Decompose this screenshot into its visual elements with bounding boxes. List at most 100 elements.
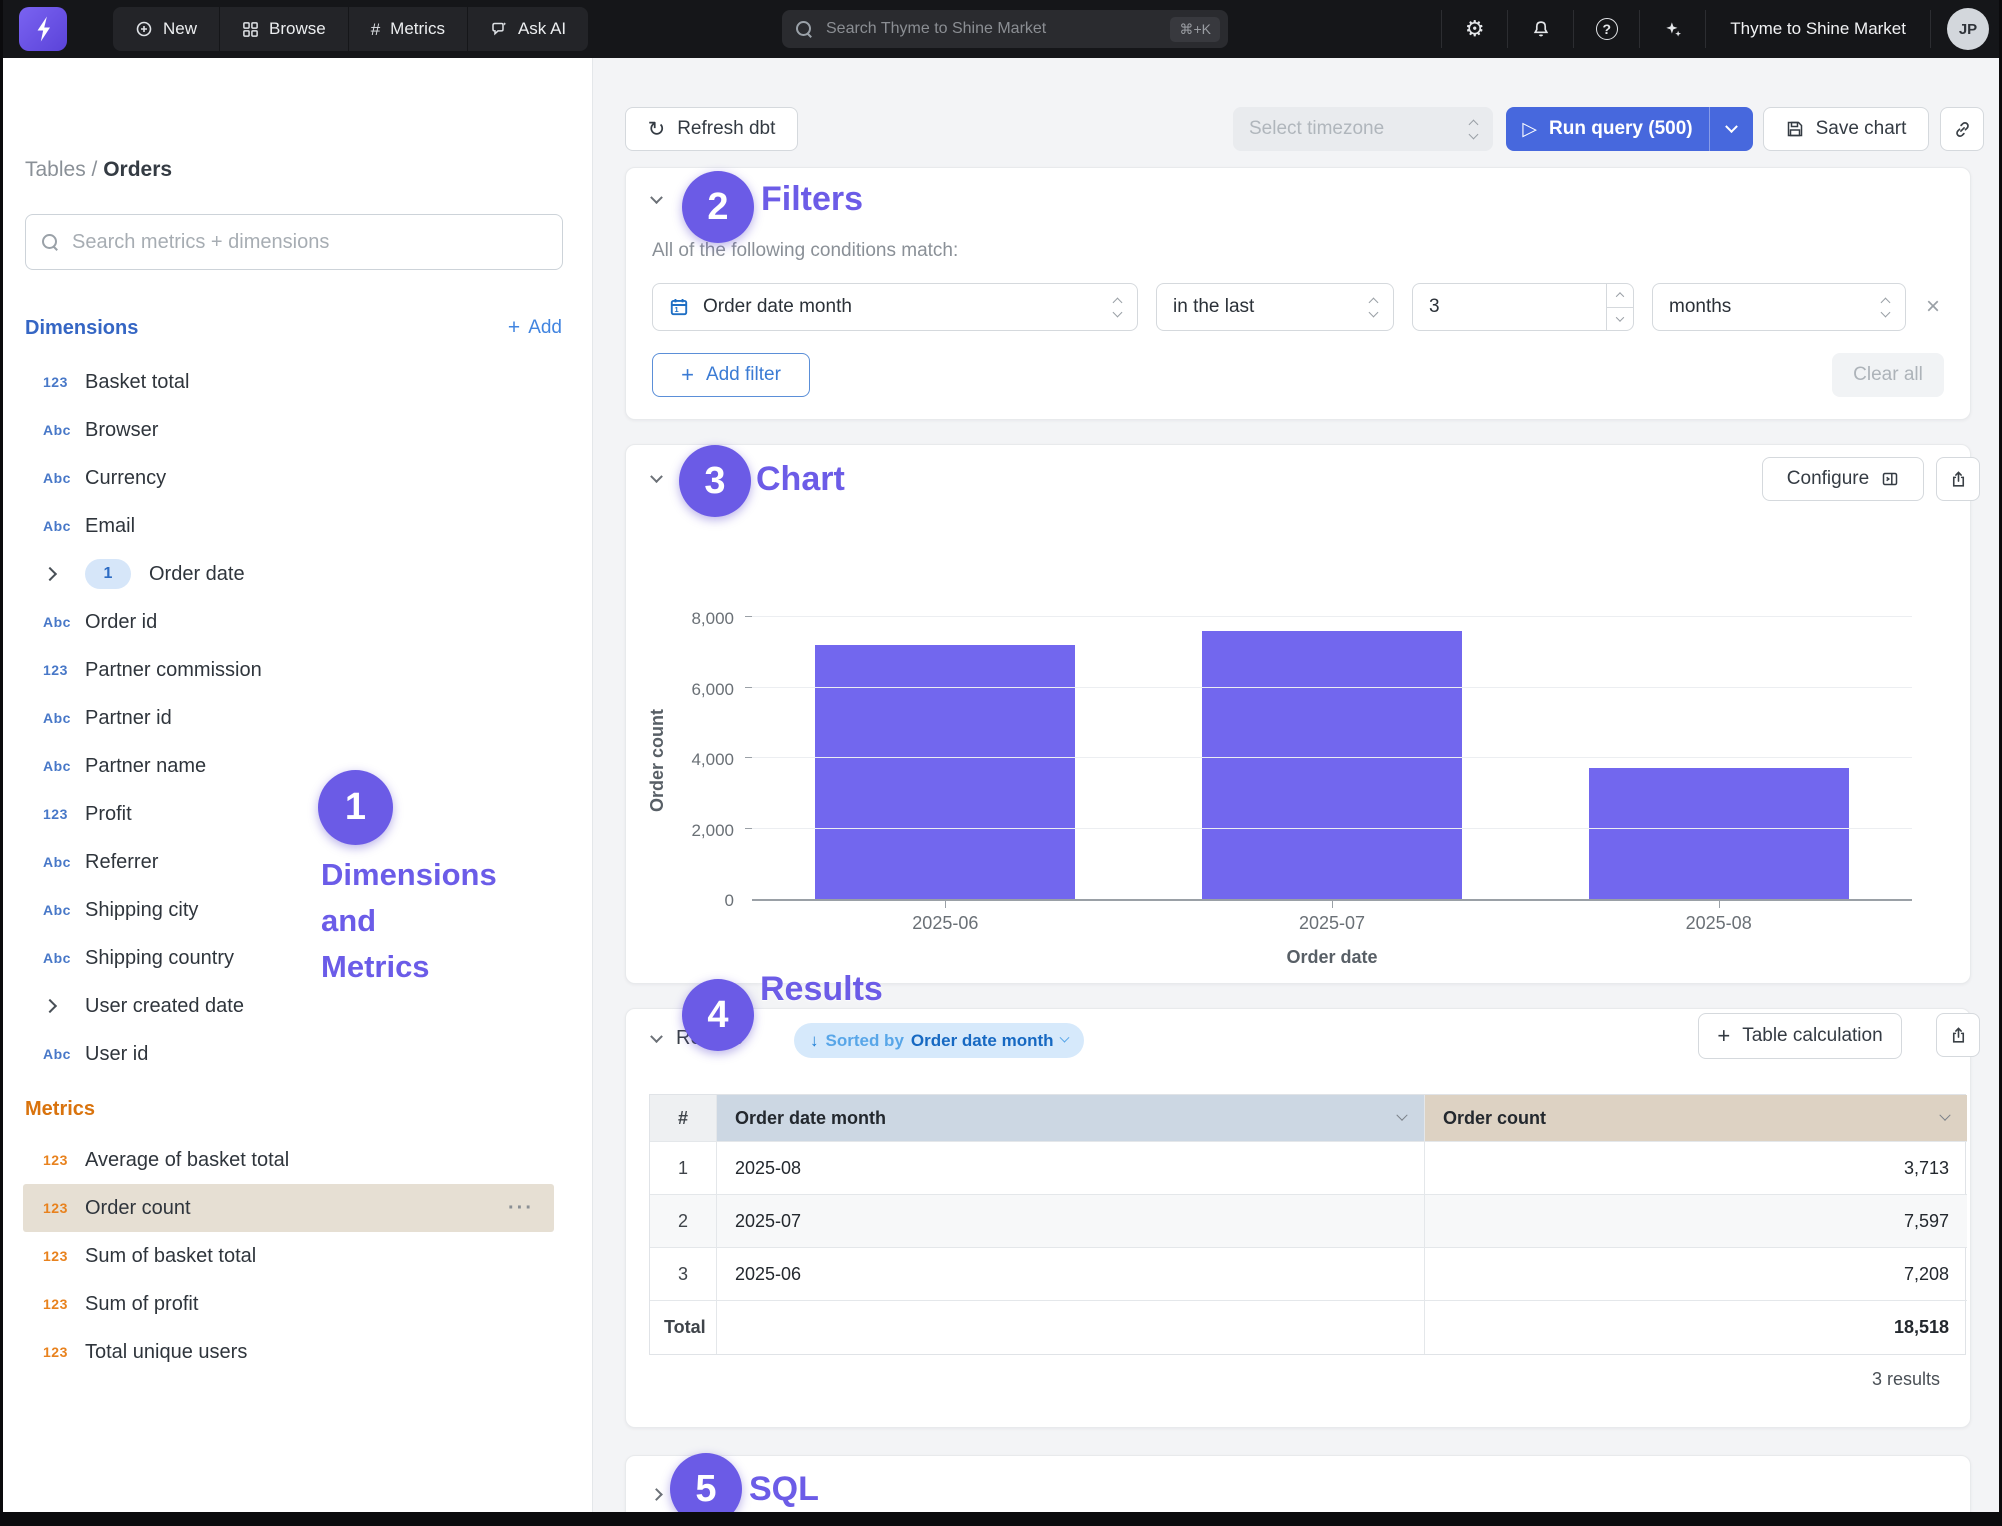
svg-text:1: 1 bbox=[674, 305, 679, 314]
sidebar-item-user-created-date[interactable]: User created date bbox=[3, 982, 592, 1030]
sidebar-item-sum-of-basket-total[interactable]: 123Sum of basket total bbox=[3, 1232, 592, 1280]
nav-label: Browse bbox=[269, 19, 326, 39]
sidebar-item-browser[interactable]: AbcBrowser bbox=[3, 406, 592, 454]
filter-value-input[interactable]: 3 bbox=[1412, 283, 1634, 331]
dimensions-title: Dimensions bbox=[25, 317, 138, 340]
breadcrumb-separator: / bbox=[92, 158, 104, 181]
metrics-button[interactable]: # Metrics bbox=[348, 7, 467, 51]
notifications-button[interactable] bbox=[1507, 10, 1573, 48]
settings-button[interactable]: ⚙ bbox=[1441, 10, 1507, 48]
sparkles-icon bbox=[1663, 19, 1683, 39]
panel-layout-icon bbox=[1881, 470, 1899, 488]
explore-sidebar: Tables / Orders Dimensions + Add 123Bask… bbox=[3, 58, 593, 1512]
table-row-2025-07[interactable]: 22025-077,597 bbox=[650, 1195, 1965, 1248]
bar-slot bbox=[752, 619, 1139, 899]
remove-filter-button[interactable]: × bbox=[1926, 293, 1940, 321]
top-navbar: New Browse # Metrics Ask AI ⌘+K bbox=[3, 0, 1999, 58]
order-count-cell: 7,597 bbox=[1425, 1195, 1967, 1248]
sidebar-item-sum-of-profit[interactable]: 123Sum of profit bbox=[3, 1280, 592, 1328]
order-date-month-cell: 2025-08 bbox=[717, 1142, 1425, 1195]
fields-search[interactable] bbox=[25, 214, 563, 270]
collapse-results-icon[interactable] bbox=[650, 1030, 663, 1043]
add-dimension-button[interactable]: + Add bbox=[508, 316, 562, 340]
app-logo[interactable] bbox=[19, 7, 67, 51]
sidebar-item-email[interactable]: AbcEmail bbox=[3, 502, 592, 550]
global-search[interactable]: ⌘+K bbox=[782, 10, 1228, 48]
chevron-right-icon[interactable] bbox=[43, 567, 57, 581]
sql-panel: SQL bbox=[625, 1455, 1971, 1512]
filter-unit-select[interactable]: months bbox=[1652, 283, 1906, 331]
sort-pill[interactable]: ↓ Sorted by Order date month bbox=[794, 1023, 1084, 1058]
refresh-icon: ↻ bbox=[648, 117, 666, 142]
timezone-select[interactable]: Select timezone bbox=[1233, 107, 1493, 151]
sidebar-item-partner-commission[interactable]: 123Partner commission bbox=[3, 646, 592, 694]
sidebar-item-basket-total[interactable]: 123Basket total bbox=[3, 358, 592, 406]
browse-button[interactable]: Browse bbox=[219, 7, 348, 51]
gridline bbox=[752, 616, 1912, 617]
sidebar-item-referrer[interactable]: AbcReferrer bbox=[3, 838, 592, 886]
active-count-badge: 1 bbox=[85, 559, 131, 589]
run-query-button[interactable]: ▷ Run query (500) bbox=[1506, 107, 1753, 151]
sidebar-item-shipping-country[interactable]: AbcShipping country bbox=[3, 934, 592, 982]
export-chart-button[interactable] bbox=[1936, 457, 1980, 501]
export-results-button[interactable] bbox=[1936, 1013, 1980, 1057]
string-type-icon: Abc bbox=[43, 902, 85, 918]
sidebar-item-shipping-city[interactable]: AbcShipping city bbox=[3, 886, 592, 934]
chevron-right-icon[interactable] bbox=[43, 999, 57, 1013]
sidebar-item-profit[interactable]: 123Profit bbox=[3, 790, 592, 838]
chevron-down-icon[interactable] bbox=[1939, 1110, 1950, 1121]
workspace-name[interactable]: Thyme to Shine Market bbox=[1705, 10, 1931, 48]
collapse-chart-icon[interactable] bbox=[650, 470, 663, 483]
order-date-month-column-header[interactable]: Order date month bbox=[717, 1095, 1425, 1142]
ask-ai-button[interactable]: Ask AI bbox=[467, 7, 588, 51]
sidebar-item-total-unique-users[interactable]: 123Total unique users bbox=[3, 1328, 592, 1376]
chevron-down-icon[interactable] bbox=[1396, 1110, 1407, 1121]
sidebar-item-order-id[interactable]: AbcOrder id bbox=[3, 598, 592, 646]
breadcrumb-root[interactable]: Tables bbox=[25, 158, 86, 181]
item-menu-button[interactable]: ··· bbox=[508, 1197, 534, 1220]
table-row-2025-08[interactable]: 12025-083,713 bbox=[650, 1142, 1965, 1195]
bar-2025-06[interactable] bbox=[815, 645, 1075, 899]
bar-2025-07[interactable] bbox=[1202, 631, 1462, 899]
select-chevrons-icon bbox=[1470, 121, 1477, 138]
step-down-icon[interactable] bbox=[1607, 308, 1633, 331]
total-value: 18,518 bbox=[1425, 1301, 1967, 1354]
save-chart-button[interactable]: Save chart bbox=[1763, 107, 1929, 151]
field-label: Order date bbox=[149, 563, 245, 586]
field-label: Average of basket total bbox=[85, 1149, 289, 1172]
sidebar-item-partner-name[interactable]: AbcPartner name bbox=[3, 742, 592, 790]
help-button[interactable]: ? bbox=[1573, 10, 1639, 48]
lightning-bolt-icon bbox=[32, 15, 54, 43]
sidebar-item-partner-id[interactable]: AbcPartner id bbox=[3, 694, 592, 742]
sidebar-item-currency[interactable]: AbcCurrency bbox=[3, 454, 592, 502]
order-count-column-header[interactable]: Order count bbox=[1425, 1095, 1967, 1142]
filter-operator-select[interactable]: in the last bbox=[1156, 283, 1394, 331]
sidebar-item-order-date[interactable]: 1 Order date bbox=[3, 550, 592, 598]
expand-sql-icon[interactable] bbox=[650, 1488, 663, 1501]
number-type-icon: 123 bbox=[43, 1296, 85, 1312]
sidebar-item-average-of-basket-total[interactable]: 123Average of basket total bbox=[3, 1136, 592, 1184]
sidebar-item-order-count[interactable]: 123Order count··· bbox=[23, 1184, 554, 1232]
sidebar-item-user-id[interactable]: AbcUser id bbox=[3, 1030, 592, 1078]
clear-all-filters-button[interactable]: Clear all bbox=[1832, 353, 1944, 397]
fields-search-input[interactable] bbox=[72, 231, 546, 254]
step-up-icon[interactable] bbox=[1607, 284, 1633, 308]
filter-field-select[interactable]: 1 Order date month bbox=[652, 283, 1138, 331]
global-search-input[interactable] bbox=[826, 20, 1170, 38]
bar-2025-08[interactable] bbox=[1589, 768, 1849, 899]
ai-sparkle-button[interactable] bbox=[1639, 10, 1705, 48]
refresh-dbt-button[interactable]: ↻ Refresh dbt bbox=[625, 107, 798, 151]
run-query-dropdown[interactable] bbox=[1709, 107, 1753, 151]
x-tick-label: 2025-06 bbox=[752, 913, 1139, 934]
configure-chart-button[interactable]: Configure bbox=[1762, 457, 1924, 501]
table-row-2025-06[interactable]: 32025-067,208 bbox=[650, 1248, 1965, 1301]
table-calculation-button[interactable]: + Table calculation bbox=[1698, 1013, 1902, 1059]
add-filter-button[interactable]: + Add filter bbox=[652, 353, 810, 397]
results-table: # Order date month Order count 12025-083… bbox=[649, 1094, 1966, 1355]
avatar[interactable]: JP bbox=[1947, 8, 1989, 50]
new-button[interactable]: New bbox=[113, 7, 219, 51]
collapse-filters-icon[interactable] bbox=[650, 191, 663, 204]
chart-x-axis-title: Order date bbox=[752, 947, 1912, 968]
number-stepper[interactable] bbox=[1606, 284, 1633, 330]
copy-link-button[interactable] bbox=[1940, 107, 1984, 151]
